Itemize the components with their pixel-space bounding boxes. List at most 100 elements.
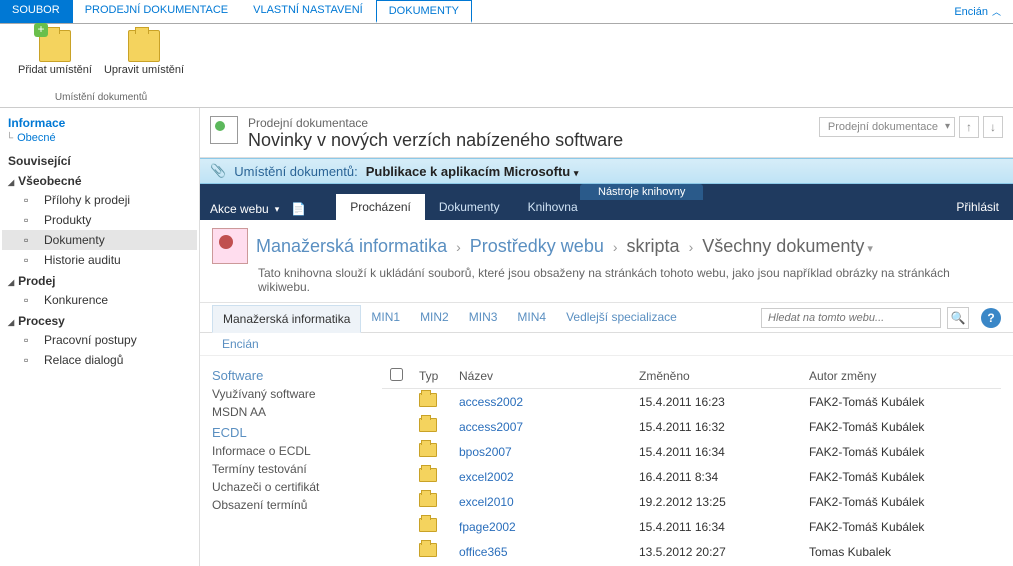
col-author[interactable]: Autor změny [801, 364, 1001, 389]
nav-next-button[interactable]: ↓ [983, 116, 1003, 138]
folder-icon [419, 493, 437, 507]
quick-launch-item[interactable]: Termíny testování [212, 460, 362, 478]
nav-item-icon: ▫ [24, 333, 38, 347]
quick-launch-item[interactable]: Využívaný software [212, 385, 362, 403]
nav-item-label: Přílohy k prodeji [44, 193, 130, 207]
crumb-part-2[interactable]: skripta [627, 236, 680, 256]
user-menu[interactable]: Encián ︿ [942, 0, 1013, 23]
chevron-up-icon: ︿ [992, 5, 1001, 18]
nav-item[interactable]: ▫Dokumenty [2, 230, 197, 250]
folder-edit-icon [128, 30, 160, 62]
sharepoint-tabs: Procházení Dokumenty Knihovna [336, 194, 591, 220]
item-author: FAK2-Tomáš Kubálek [801, 514, 1001, 539]
folder-icon [419, 393, 437, 407]
top-link-bar: Manažerská informatikaMIN1MIN2MIN3MIN4Ve… [200, 303, 1013, 333]
col-modified[interactable]: Změněno [631, 364, 801, 389]
col-name[interactable]: Název [451, 364, 631, 389]
add-location-label: Přidat umístění [18, 64, 92, 76]
site-actions-menu[interactable]: Akce webu▾ 📄 [200, 198, 316, 220]
table-row[interactable]: excel200216.4.2011 8:34FAK2-Tomáš Kubále… [382, 464, 1001, 489]
record-switcher-combo[interactable]: Prodejní dokumentace [819, 117, 955, 137]
navigate-up-icon[interactable]: 📄 [291, 202, 306, 216]
item-name-link[interactable]: bpos2007 [459, 445, 512, 459]
folder-icon [419, 468, 437, 482]
tab-documents[interactable]: DOKUMENTY [376, 0, 472, 23]
tab-settings[interactable]: VLASTNÍ NASTAVENÍ [241, 0, 376, 23]
col-type[interactable]: Typ [411, 364, 451, 389]
item-author: FAK2-Tomáš Kubálek [801, 389, 1001, 415]
nav-item[interactable]: ▫ Přílohy k prodeji [2, 190, 197, 210]
select-all-checkbox[interactable] [390, 368, 403, 381]
top-link-item[interactable]: Vedlejší specializace [556, 304, 687, 332]
info-general-link[interactable]: Obecné [2, 132, 197, 144]
item-modified: 15.4.2011 16:23 [631, 389, 801, 415]
sp-tab-documents[interactable]: Dokumenty [425, 194, 514, 220]
top-link-item[interactable]: MIN3 [459, 304, 508, 332]
nav-prev-button[interactable]: ↑ [959, 116, 979, 138]
item-modified: 15.4.2011 16:34 [631, 439, 801, 464]
quick-launch-item[interactable]: Uchazeči o certifikát [212, 478, 362, 496]
nav-group[interactable]: Prodej [2, 270, 197, 290]
top-link-bar-row2[interactable]: Encián [200, 333, 1013, 356]
ribbon-group-locations: + Přidat umístění Upravit umístění Umíst… [8, 26, 194, 107]
crumb-part-1[interactable]: Prostředky webu [470, 236, 604, 256]
location-label: Umístění dokumentů: [234, 164, 358, 179]
tab-file[interactable]: SOUBOR [0, 0, 73, 23]
quick-launch-item[interactable]: Obsazení termínů [212, 496, 362, 514]
table-row[interactable]: office36513.5.2012 20:27Tomas Kubalek [382, 539, 1001, 564]
search-go-button[interactable]: 🔍 [947, 307, 969, 329]
nav-group[interactable]: Všeobecné [2, 170, 197, 190]
quick-launch-item[interactable]: MSDN AA [212, 403, 362, 421]
top-link-item[interactable]: MIN1 [361, 304, 410, 332]
item-name-link[interactable]: excel2010 [459, 495, 514, 509]
item-name-link[interactable]: office365 [459, 545, 508, 559]
location-value[interactable]: Publikace k aplikacím Microsoftu ▾ [366, 164, 579, 179]
nav-group[interactable]: Procesy [2, 310, 197, 330]
search-input[interactable] [761, 308, 941, 328]
table-row[interactable]: access2002 15.4.2011 16:23FAK2-Tomáš Kubá… [382, 389, 1001, 415]
nav-item[interactable]: ▫Pracovní postupy [2, 330, 197, 350]
item-modified: 15.4.2011 16:32 [631, 414, 801, 439]
crumb-view-dropdown[interactable]: Všechny dokumenty [702, 236, 873, 256]
quick-launch-heading[interactable]: Software [212, 368, 362, 383]
info-heading[interactable]: Informace [2, 114, 197, 132]
nav-item-icon: ▫ [24, 253, 38, 267]
nav-item-label: Dokumenty [44, 233, 105, 247]
item-name-link[interactable]: access2002 [459, 395, 523, 409]
ribbon: + Přidat umístění Upravit umístění Umíst… [0, 24, 1013, 108]
app-menu-tabs: SOUBOR PRODEJNÍ DOKUMENTACE VLASTNÍ NAST… [0, 0, 1013, 24]
nav-item[interactable]: ▫Produkty [2, 210, 197, 230]
item-name-link[interactable]: fpage2002 [459, 520, 516, 534]
sign-in-link[interactable]: Přihlásit [942, 194, 1013, 220]
nav-item[interactable]: ▫Konkurence [2, 290, 197, 310]
nav-item[interactable]: ▫ Historie auditu [2, 250, 197, 270]
item-author: FAK2-Tomáš Kubálek [801, 464, 1001, 489]
top-link-item[interactable]: Manažerská informatika [212, 305, 361, 333]
sp-tab-browse[interactable]: Procházení [336, 194, 425, 220]
folder-icon [419, 518, 437, 532]
nav-item[interactable]: ▫Relace dialogů [2, 350, 197, 370]
top-link-item[interactable]: MIN2 [410, 304, 459, 332]
breadcrumb-area: Manažerská informatika › Prostředky webu… [200, 220, 1013, 303]
nav-item-icon: ▫ [24, 193, 38, 207]
crumb-part-0[interactable]: Manažerská informatika [256, 236, 447, 256]
table-row[interactable]: excel201019.2.2012 13:25FAK2-Tomáš Kubál… [382, 489, 1001, 514]
item-name-link[interactable]: excel2002 [459, 470, 514, 484]
document-location-bar: 📎 Umístění dokumentů: Publikace k aplika… [200, 158, 1013, 184]
table-row[interactable]: fpage200215.4.2011 16:34FAK2-Tomáš Kubál… [382, 514, 1001, 539]
tab-sales-doc[interactable]: PRODEJNÍ DOKUMENTACE [73, 0, 241, 23]
edit-location-button[interactable]: Upravit umístění [100, 28, 188, 78]
table-row[interactable]: access200715.4.2011 16:32FAK2-Tomáš Kubá… [382, 414, 1001, 439]
quick-launch-heading[interactable]: ECDL [212, 425, 362, 440]
nav-item-icon: ▫ [24, 353, 38, 367]
item-name-link[interactable]: access2007 [459, 420, 523, 434]
folder-add-icon: + [39, 30, 71, 62]
quick-launch-item[interactable]: Informace o ECDL [212, 442, 362, 460]
add-location-button[interactable]: + Přidat umístění [14, 28, 96, 78]
table-row[interactable]: bpos200715.4.2011 16:34FAK2-Tomáš Kubále… [382, 439, 1001, 464]
help-button[interactable]: ? [981, 308, 1001, 328]
nav-item-label: Historie auditu [44, 253, 121, 267]
site-logo-icon [212, 228, 248, 264]
ribbon-group-label: Umístění dokumentů [55, 90, 147, 105]
top-link-item[interactable]: MIN4 [507, 304, 556, 332]
